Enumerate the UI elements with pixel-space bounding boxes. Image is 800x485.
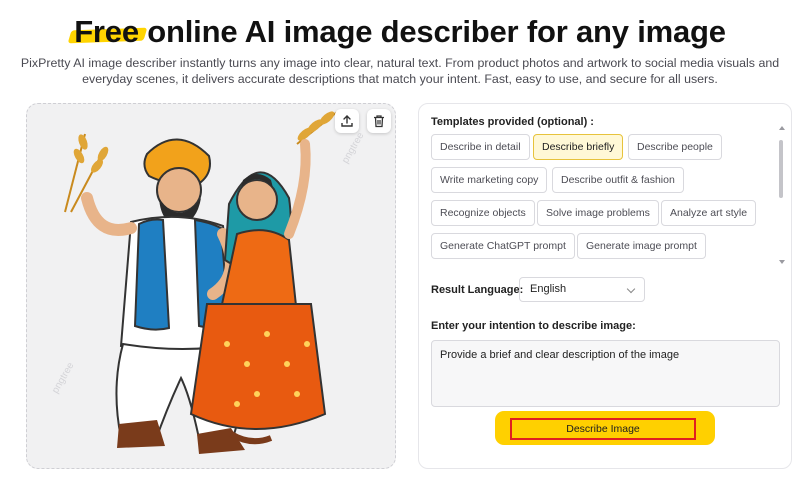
template-chips: Describe in detail Describe briefly Desc…	[431, 134, 777, 262]
template-chip[interactable]: Describe outfit & fashion	[552, 167, 684, 193]
template-chip[interactable]: Write marketing copy	[431, 167, 548, 193]
scroll-thumb[interactable]	[779, 140, 783, 198]
template-chip[interactable]: Recognize objects	[431, 200, 535, 226]
describe-button-container[interactable]: Describe Image	[495, 411, 715, 445]
template-chip[interactable]: Describe people	[628, 134, 722, 160]
image-tools	[335, 109, 391, 133]
delete-button[interactable]	[367, 109, 391, 133]
trash-icon	[374, 115, 384, 128]
image-preview-panel[interactable]: pngtree pngtree	[26, 103, 396, 469]
describe-image-button[interactable]: Describe Image	[510, 418, 696, 440]
uploaded-image: pngtree pngtree	[50, 111, 367, 454]
upload-icon	[341, 115, 353, 127]
chevron-down-icon	[626, 284, 636, 294]
template-chip[interactable]: Generate image prompt	[577, 233, 706, 259]
intention-textarea[interactable]: Provide a brief and clear description of…	[431, 340, 780, 407]
template-chip[interactable]: Solve image problems	[537, 200, 659, 226]
result-language-value: English	[530, 283, 567, 295]
result-language-select[interactable]: English	[519, 277, 645, 302]
template-chip-active[interactable]: Describe briefly	[533, 134, 624, 160]
page-title: Free online AI image describer for any i…	[0, 14, 800, 50]
svg-text:pngtree: pngtree	[50, 360, 77, 395]
upload-button[interactable]	[335, 109, 359, 133]
intention-label: Enter your intention to describe image:	[431, 320, 636, 332]
svg-text:pngtree: pngtree	[340, 130, 367, 165]
page-subtitle: PixPretty AI image describer instantly t…	[20, 56, 780, 86]
templates-label: Templates provided (optional) :	[431, 116, 594, 128]
title-rest: online AI image describer for any image	[138, 14, 726, 49]
template-chip[interactable]: Describe in detail	[431, 134, 530, 160]
result-language-label: Result Language:	[431, 284, 524, 296]
template-chip[interactable]: Analyze art style	[661, 200, 757, 226]
describe-settings-card: Templates provided (optional) : Describe…	[418, 103, 792, 469]
scroll-down-arrow-icon[interactable]	[779, 260, 785, 264]
templates-scrollbar[interactable]	[779, 126, 785, 264]
scroll-up-arrow-icon[interactable]	[779, 126, 785, 130]
template-chip[interactable]: Generate ChatGPT prompt	[431, 233, 575, 259]
title-highlight: Free	[74, 14, 139, 49]
